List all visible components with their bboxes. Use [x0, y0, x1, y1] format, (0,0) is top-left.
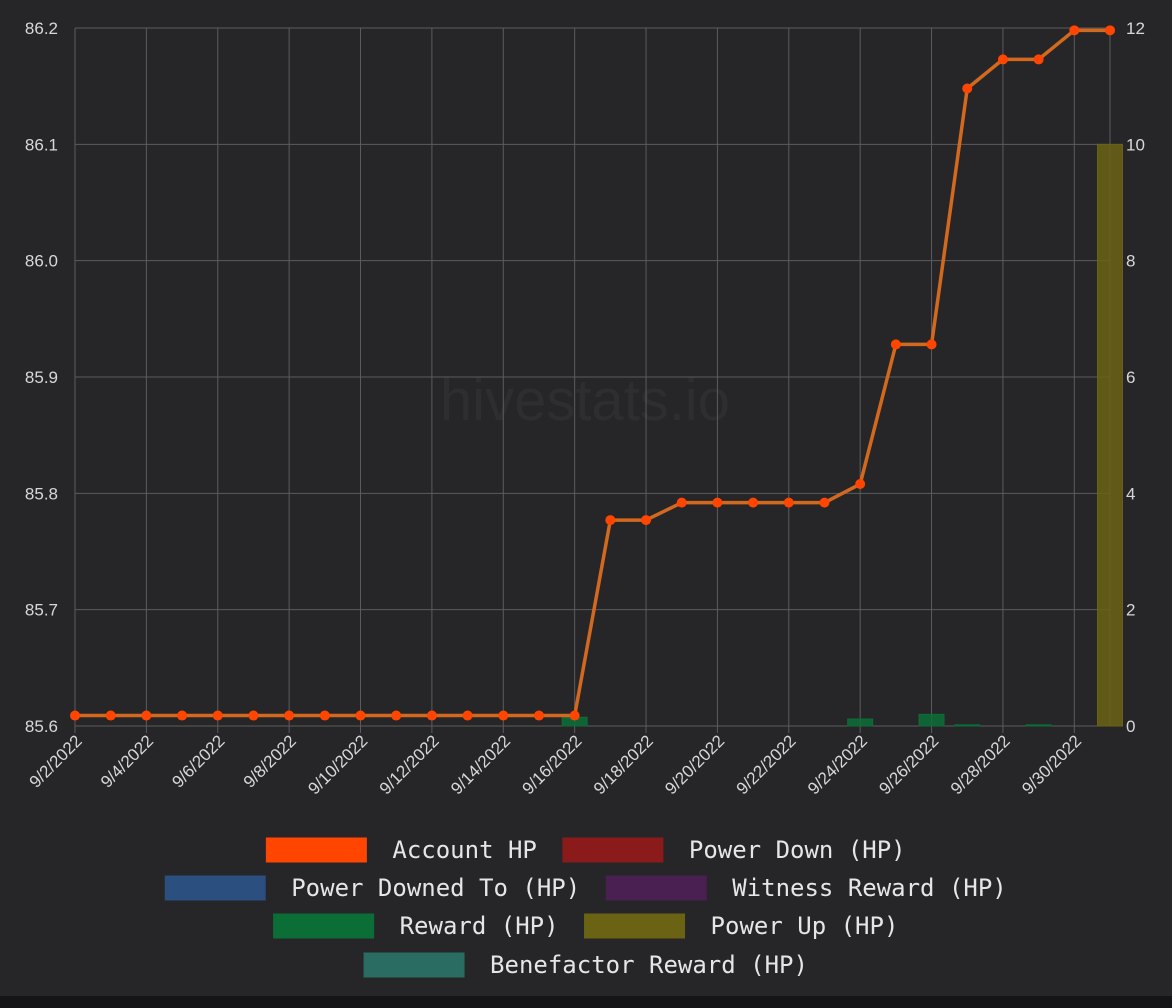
- hp-chart: hivestats.io 86.2 86.1 86.0 85.9 85.8 85.7 85.…: [25, 19, 1145, 979]
- y-right-tick-label: 0: [1126, 717, 1135, 736]
- account-hp-point: [712, 497, 723, 508]
- legend-label: Power Downed To (HP): [291, 874, 580, 902]
- account-hp-point: [498, 710, 509, 721]
- y-right-tick-label: 2: [1126, 601, 1135, 620]
- bar-reward-hp: [1025, 724, 1052, 727]
- x-tick-label: 9/10/2022: [304, 731, 371, 798]
- y-left-tick-label: 86.2: [25, 19, 58, 38]
- x-tick-label: 9/12/2022: [376, 731, 443, 798]
- account-hp-point: [462, 710, 473, 721]
- legend-item-power-up-hp[interactable]: Power Up (HP): [584, 912, 899, 940]
- y-left-tick-label: 85.6: [25, 717, 58, 736]
- account-hp-point: [177, 710, 188, 721]
- x-tick-label: 9/4/2022: [97, 731, 157, 791]
- y-left-tick-label: 85.8: [25, 484, 58, 503]
- legend-swatch: [562, 837, 664, 863]
- account-hp-point: [105, 710, 116, 721]
- account-hp-point: [926, 339, 937, 350]
- legend-item-reward-hp[interactable]: Reward (HP): [273, 912, 559, 940]
- legend-label: Witness Reward (HP): [732, 874, 1007, 902]
- bottom-strip: [0, 996, 1172, 1008]
- y-right-tick-label: 6: [1126, 368, 1135, 387]
- legend-item-power-down-hp[interactable]: Power Down (HP): [562, 836, 906, 864]
- account-hp-point: [819, 497, 830, 508]
- x-tick-label: 9/18/2022: [590, 731, 657, 798]
- account-hp-point: [248, 710, 259, 721]
- y-right-tick-label: 4: [1126, 484, 1135, 503]
- legend-label: Account HP: [392, 836, 537, 864]
- x-tick-label: 9/2/2022: [26, 731, 86, 791]
- account-hp-point: [533, 710, 544, 721]
- x-tick-label: 9/8/2022: [240, 731, 300, 791]
- x-tick-label: 9/6/2022: [168, 731, 228, 791]
- x-tick-label: 9/24/2022: [804, 731, 871, 798]
- account-hp-point: [319, 710, 330, 721]
- y-left-tick-label: 86.0: [25, 252, 58, 271]
- y-left-tick-label: 86.1: [25, 135, 58, 154]
- legend-swatch: [273, 913, 375, 939]
- legend-label: Reward (HP): [400, 912, 559, 940]
- x-tick-label: 9/22/2022: [733, 731, 800, 798]
- legend-swatch: [605, 875, 707, 901]
- y-right-tick-label: 8: [1126, 252, 1135, 271]
- x-axis: 9/2/2022 9/4/2022 9/6/2022 9/8/2022 9/10/202…: [26, 731, 1086, 798]
- account-hp-point: [1069, 25, 1080, 36]
- account-hp-point: [569, 710, 580, 721]
- bar-reward-hp: [918, 713, 945, 727]
- legend-swatch: [164, 875, 266, 901]
- legend-swatch: [584, 913, 686, 939]
- legend[interactable]: Account HP Power Down (HP) Power Downed To…: [164, 836, 1007, 979]
- legend-item-benefactor-reward-hp[interactable]: Benefactor Reward (HP): [363, 951, 808, 979]
- account-hp-point: [141, 710, 152, 721]
- x-tick-label: 9/26/2022: [875, 731, 942, 798]
- account-hp-point: [962, 83, 973, 94]
- legend-label: Benefactor Reward (HP): [490, 951, 808, 979]
- y-right-tick-label: 12: [1126, 19, 1145, 38]
- x-tick-label: 9/30/2022: [1018, 731, 1085, 798]
- y-axis-right: 12 10 8 6 4 2 0: [1126, 19, 1145, 736]
- account-hp-point: [855, 479, 866, 490]
- legend-item-account-hp[interactable]: Account HP: [265, 836, 537, 864]
- account-hp-point: [1033, 54, 1044, 65]
- bar-reward-hp: [954, 724, 981, 727]
- legend-label: Power Up (HP): [711, 912, 899, 940]
- account-hp-point: [284, 710, 295, 721]
- account-hp-point: [890, 339, 901, 350]
- y-left-tick-label: 85.9: [25, 368, 58, 387]
- x-tick-label: 9/14/2022: [447, 731, 514, 798]
- account-hp-point: [783, 497, 794, 508]
- legend-item-witness-reward-hp[interactable]: Witness Reward (HP): [605, 874, 1007, 902]
- x-tick-label: 9/28/2022: [947, 731, 1014, 798]
- account-hp-point: [355, 710, 366, 721]
- account-hp-point: [676, 497, 687, 508]
- x-tick-label: 9/20/2022: [661, 731, 728, 798]
- bar-power-up-hp: [1097, 143, 1123, 727]
- account-hp-point: [70, 710, 80, 721]
- y-left-tick-label: 85.7: [25, 601, 58, 620]
- y-axis-left: 86.2 86.1 86.0 85.9 85.8 85.7 85.6: [25, 19, 58, 736]
- account-hp-point: [391, 710, 402, 721]
- watermark: hivestats.io: [440, 368, 730, 433]
- account-hp-point: [426, 710, 437, 721]
- legend-item-power-downed-to-hp[interactable]: Power Downed To (HP): [164, 874, 580, 902]
- account-hp-point: [212, 710, 223, 721]
- account-hp-point: [997, 54, 1008, 65]
- legend-swatch: [363, 952, 465, 978]
- account-hp-point: [748, 497, 759, 508]
- account-hp-point: [605, 515, 616, 526]
- legend-label: Power Down (HP): [689, 836, 906, 864]
- legend-swatch: [265, 837, 367, 863]
- account-hp-point: [641, 515, 652, 526]
- y-right-tick-label: 10: [1126, 135, 1145, 154]
- bar-reward-hp: [847, 718, 874, 727]
- x-tick-label: 9/16/2022: [519, 731, 586, 798]
- account-hp-point: [1105, 25, 1115, 36]
